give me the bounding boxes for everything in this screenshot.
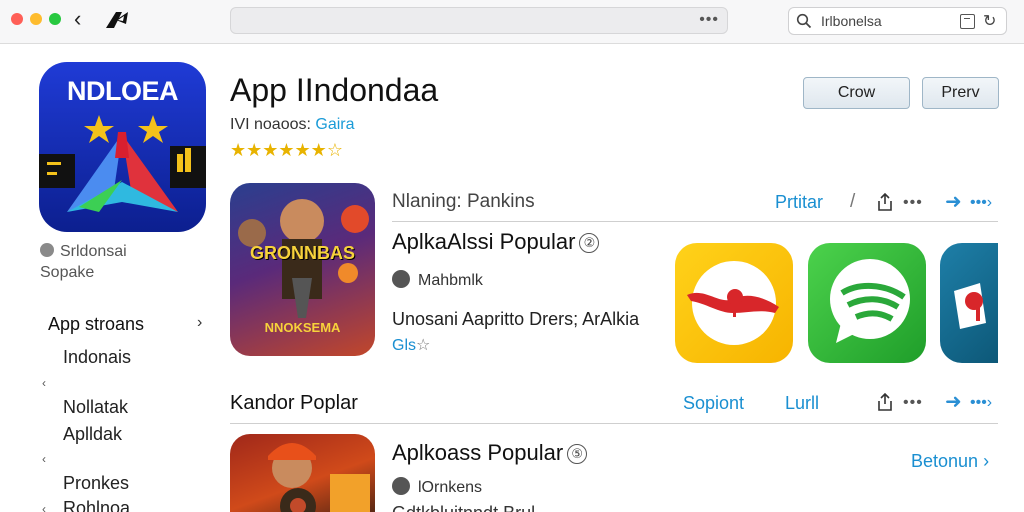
card-title-text: Aplkoass Popular [392, 440, 564, 465]
sidebar-item-marker: ‹ [42, 452, 46, 466]
section-divider [230, 423, 998, 424]
info-icon[interactable]: ② [579, 233, 600, 253]
maximize-window-button[interactable] [49, 13, 61, 25]
chevron-right-icon[interactable]: › [197, 314, 202, 332]
search-input-text[interactable]: Irlbonelsa [821, 13, 882, 29]
chevron-right-icon: › [983, 451, 990, 471]
primary-action-button[interactable]: Crow [803, 77, 910, 109]
reload-icon[interactable]: ↻ [983, 11, 996, 31]
sidebar-item-marker: ‹ [42, 376, 46, 390]
section-label: Nlaning: Pankins [392, 191, 535, 212]
search-field[interactable]: Irlbonelsa ↻ [788, 7, 1007, 35]
card-meta-text: lOrnkens [418, 479, 483, 496]
search-icon [796, 13, 812, 29]
forward-arrow-icon[interactable]: ➜ [945, 189, 962, 214]
card-title[interactable]: AplkaAlssi Popular ② [392, 229, 600, 255]
developer-name[interactable]: Srldonsai [40, 243, 127, 261]
section-link-text: Betonun [911, 451, 979, 471]
thumbnail-title: GRONNBAS [249, 243, 355, 263]
developer-label: Srldonsai [60, 243, 127, 260]
sidebar-item[interactable]: Nollatak [63, 397, 128, 418]
share-icon[interactable] [876, 192, 894, 212]
star-icon: ☆ [416, 337, 431, 354]
more-blue-icon[interactable]: •••› [970, 394, 992, 412]
card-meta: Mahbmlk [392, 270, 483, 290]
chat-app-icon [830, 259, 910, 343]
developer-subtitle: Sopake [40, 264, 95, 281]
card-meta: lOrnkens [392, 477, 482, 497]
app-icon-graphic [39, 115, 206, 212]
app-tile-icon [687, 261, 779, 345]
more-blue-icon[interactable]: •••› [970, 194, 992, 212]
sidebar-item[interactable]: Pronkes [63, 473, 129, 494]
brand-logo-icon[interactable] [104, 8, 130, 30]
thumbnail-subtitle: NNOKSEMA [264, 320, 341, 335]
section-link[interactable]: Lurll [785, 393, 819, 414]
publisher-icon [392, 477, 410, 495]
sidebar-item[interactable]: Aplldak [63, 424, 122, 445]
card-meta-text: Mahbmlk [418, 272, 483, 289]
forward-arrow-icon[interactable]: ➜ [945, 389, 962, 414]
app-subtitle-text: IVI noaoos: [230, 116, 316, 133]
featured-app-art [268, 443, 370, 512]
app-tile[interactable] [808, 243, 926, 363]
sidebar-item-marker: ‹ [42, 502, 46, 512]
address-bar[interactable]: ••• [230, 7, 728, 34]
featured-app-thumbnail[interactable] [230, 434, 375, 512]
section-link[interactable]: Betonun › [911, 451, 989, 472]
close-window-button[interactable] [11, 13, 23, 25]
sidebar-heading[interactable]: App stroans [48, 314, 144, 335]
app-tile-icon [954, 283, 986, 329]
app-rating-stars: ★★★★★★☆ [230, 140, 343, 160]
info-icon[interactable]: ⑤ [567, 444, 588, 464]
card-description: Unosani Aapritto Drers; ArAlkia [392, 309, 640, 329]
secondary-action-button[interactable]: Prerv [922, 77, 999, 109]
section-label: Kandor Poplar [230, 392, 358, 414]
sidebar-item[interactable]: Rohlnoa [63, 498, 130, 512]
app-tile[interactable] [675, 243, 793, 363]
back-arrow-icon[interactable]: ‹ [74, 8, 94, 30]
section-link[interactable]: Prtitar [775, 192, 823, 213]
sidebar-item[interactable]: Indonais [63, 347, 131, 368]
featured-app-thumbnail[interactable]: GRONNBAS NNOKSEMA [230, 183, 375, 356]
card-rating: Gls☆ [392, 335, 430, 355]
app-category-link[interactable]: Gaira [315, 116, 354, 133]
minimize-window-button[interactable] [30, 13, 42, 25]
more-options-icon[interactable]: ••• [903, 394, 923, 412]
developer-icon [40, 243, 54, 257]
app-subtitle: IVI noaoos: Gaira [230, 116, 355, 134]
separator-slash: / [850, 191, 856, 212]
card-description: Gdtkbluitnndt Brul [392, 503, 535, 512]
more-options-icon[interactable]: ••• [903, 194, 923, 212]
app-tile[interactable] [940, 243, 998, 363]
share-icon[interactable] [876, 392, 894, 412]
address-more-icon[interactable]: ••• [699, 11, 719, 29]
card-title[interactable]: Aplkoass Popular ⑤ [392, 440, 588, 466]
card-rating-text: Gls [392, 337, 416, 354]
card-title-text: AplkaAlssi Popular [392, 229, 576, 254]
app-title: App IIndondaa [230, 72, 439, 108]
tab-overview-icon[interactable] [960, 14, 975, 29]
section-divider [392, 221, 998, 222]
browser-toolbar: ‹ ••• Irlbonelsa ↻ [0, 0, 1024, 44]
section-link[interactable]: Sopiont [683, 393, 744, 414]
publisher-icon [392, 270, 410, 288]
app-icon: NDLOEA [39, 62, 206, 232]
